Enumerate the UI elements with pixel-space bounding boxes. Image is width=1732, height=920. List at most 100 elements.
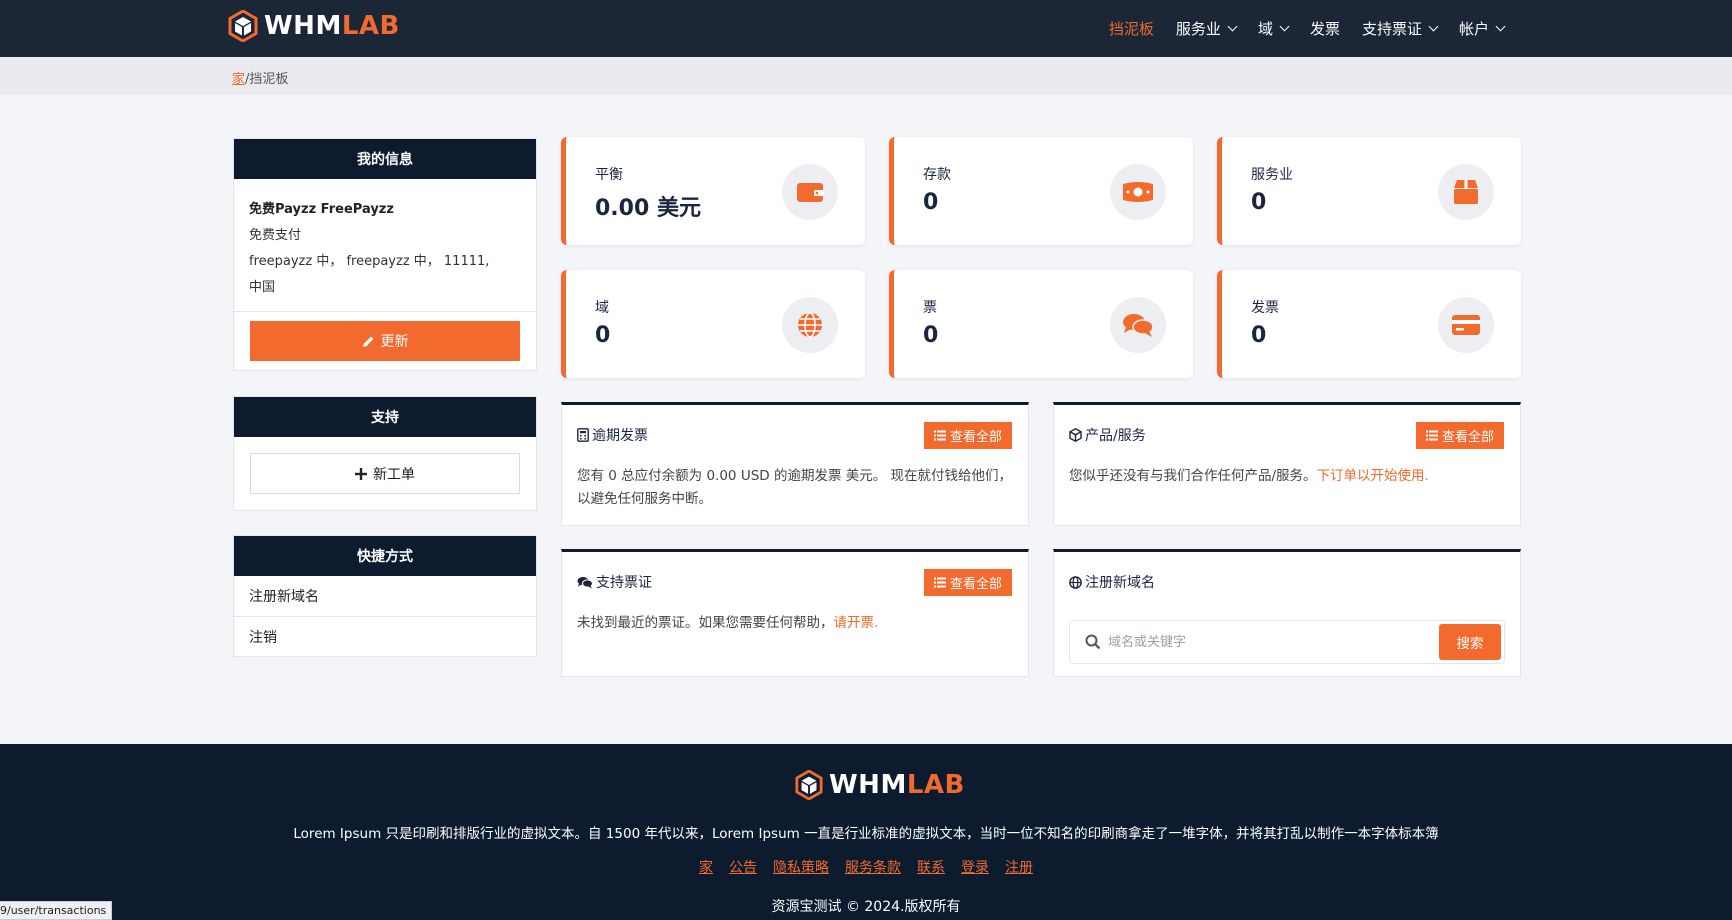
my-info-body: 免费Payzz FreePayzz 免费支付 freepayzz 中， free…: [234, 179, 536, 311]
list-icon: [933, 430, 946, 441]
stat-card-invoices[interactable]: 发票 0: [1217, 270, 1521, 378]
list-icon: [1425, 430, 1438, 441]
footer-description: Lorem Ipsum 只是印刷和排版行业的虚拟文本。自 1500 年代以来，L…: [293, 826, 1439, 842]
user-country: 中国: [249, 280, 276, 295]
footer-link-contact[interactable]: 联系: [917, 857, 945, 877]
panel-title: 注册新域名: [1085, 575, 1155, 591]
nav-account[interactable]: 帐户: [1459, 18, 1506, 39]
search-icon: [1085, 634, 1101, 650]
user-name: 免费Payzz FreePayzz: [249, 202, 394, 217]
footer-copyright: 资源宝测试 © 2024.版权所有: [771, 899, 961, 915]
footer-link-announcements[interactable]: 公告: [729, 857, 757, 877]
list-icon: [933, 577, 946, 588]
stat-label: 存款: [923, 167, 951, 183]
stat-card-deposits[interactable]: 存款 0: [889, 137, 1193, 245]
place-order-link[interactable]: 下订单以开始使用.: [1317, 468, 1429, 484]
register-domain-panel: 注册新域名 搜索: [1053, 549, 1521, 677]
calculator-icon: [577, 428, 589, 442]
chat-icon: [1123, 314, 1154, 337]
domain-search-button[interactable]: 搜索: [1439, 624, 1501, 660]
main-nav: 挡泥板 服务业 域 发票 支持票证 帐户: [1109, 0, 1506, 57]
overdue-invoices-panel: 逾期发票 查看全部 您有 0 总应付余额为 0.00 USD 的逾期发票 美元。…: [561, 402, 1029, 526]
chevron-down-icon: [1428, 21, 1439, 32]
footer-logo[interactable]: WHMLAB: [795, 770, 965, 800]
credit-card-icon: [1452, 315, 1480, 335]
stat-label: 发票: [1251, 300, 1279, 316]
stat-card-services[interactable]: 服务业 0: [1217, 137, 1521, 245]
footer: WHMLAB Lorem Ipsum 只是印刷和排版行业的虚拟文本。自 1500…: [0, 744, 1732, 920]
my-info-card: 我的信息 免费Payzz FreePayzz 免费支付 freepayzz 中，…: [233, 138, 537, 371]
shortcuts-card: 快捷方式 注册新域名 注销: [233, 535, 537, 657]
stat-label: 票: [923, 300, 937, 316]
stat-value: 0: [595, 323, 611, 348]
breadcrumb-current: 挡泥板: [249, 72, 289, 87]
nav-invoices[interactable]: 发票: [1310, 18, 1340, 39]
domain-search-input[interactable]: [1108, 629, 1408, 655]
view-all-products-button[interactable]: 查看全部: [1415, 422, 1504, 449]
stat-label: 平衡: [595, 167, 623, 183]
my-info-footer: 更新: [234, 311, 536, 370]
stat-value: 0.00 美元: [595, 196, 701, 221]
open-ticket-link[interactable]: 请开票.: [834, 615, 879, 631]
my-info-title: 我的信息: [234, 139, 536, 179]
stat-card-tickets[interactable]: 票 0: [889, 270, 1193, 378]
nav-support-tickets[interactable]: 支持票证: [1362, 18, 1439, 39]
globe-icon: [1069, 575, 1082, 589]
panel-title: 支持票证: [596, 575, 652, 591]
stat-card-domains[interactable]: 域 0: [561, 270, 865, 378]
cube-icon: [1069, 428, 1082, 442]
products-text: 您似乎还没有与我们合作任何产品/服务。下订单以开始使用.: [1069, 468, 1429, 484]
chevron-down-icon: [1495, 21, 1506, 32]
cube-logo-icon: [795, 770, 823, 800]
shortcut-logout[interactable]: 注销: [234, 616, 536, 656]
wallet-icon: [797, 183, 824, 202]
support-title: 支持: [234, 397, 536, 437]
shortcuts-title: 快捷方式: [234, 536, 536, 576]
cube-logo-icon: [228, 10, 258, 42]
new-ticket-button[interactable]: 新工单: [250, 453, 520, 494]
brand-name: WHMLAB: [264, 11, 400, 41]
support-tickets-panel: 支持票证 查看全部 未找到最近的票证。如果您需要任何帮助，请开票.: [561, 549, 1029, 677]
chevron-down-icon: [1227, 21, 1238, 32]
browser-status-url: 9/user/transactions: [0, 901, 113, 920]
nav-domains[interactable]: 域: [1258, 18, 1290, 39]
money-icon: [1123, 182, 1153, 202]
footer-links: 家 公告 隐私策略 服务条款 联系 登录 注册: [0, 857, 1732, 877]
globe-icon: [798, 312, 822, 338]
panel-title: 产品/服务: [1085, 428, 1146, 444]
view-all-tickets-button[interactable]: 查看全部: [923, 569, 1012, 596]
overdue-text: 您有 0 总应付余额为 0.00 USD 的逾期发票 美元。 现在就付钱给他们，…: [577, 468, 1013, 507]
breadcrumb-home-link[interactable]: 家: [232, 72, 245, 87]
pencil-icon: [362, 336, 373, 347]
breadcrumb: 家/挡泥板: [232, 72, 289, 87]
box-icon: [1454, 180, 1478, 204]
user-company: 免费支付: [249, 228, 302, 243]
brand-logo[interactable]: WHMLAB: [228, 9, 400, 43]
panel-title: 逾期发票: [592, 428, 648, 444]
stat-value: 0: [1251, 190, 1267, 215]
stat-label: 服务业: [1251, 167, 1293, 183]
user-address: freepayzz 中， freepayzz 中， 11111,: [249, 254, 490, 269]
stat-value: 0: [1251, 323, 1267, 348]
stat-card-balance[interactable]: 平衡 0.00 美元: [561, 137, 865, 245]
footer-link-terms[interactable]: 服务条款: [845, 857, 901, 877]
breadcrumb-bar: 家/挡泥板: [0, 57, 1732, 95]
nav-dashboard[interactable]: 挡泥板: [1109, 18, 1154, 39]
tickets-text: 未找到最近的票证。如果您需要任何帮助，请开票.: [577, 615, 879, 631]
stat-value: 0: [923, 323, 939, 348]
support-card: 支持 新工单: [233, 396, 537, 511]
footer-link-home[interactable]: 家: [699, 857, 713, 877]
top-navbar: WHMLAB 挡泥板 服务业 域 发票 支持票证 帐户: [0, 0, 1732, 57]
footer-link-login[interactable]: 登录: [961, 857, 989, 877]
footer-link-privacy[interactable]: 隐私策略: [773, 857, 829, 877]
shortcuts-list: 注册新域名 注销: [234, 576, 536, 656]
stat-label: 域: [595, 300, 609, 316]
stat-value: 0: [923, 190, 939, 215]
nav-services[interactable]: 服务业: [1176, 18, 1238, 39]
update-button[interactable]: 更新: [250, 321, 520, 361]
chevron-down-icon: [1279, 21, 1290, 32]
shortcut-register-domain[interactable]: 注册新域名: [234, 576, 536, 616]
view-all-overdue-button[interactable]: 查看全部: [923, 422, 1012, 449]
products-services-panel: 产品/服务 查看全部 您似乎还没有与我们合作任何产品/服务。下订单以开始使用.: [1053, 402, 1521, 526]
footer-link-register[interactable]: 注册: [1005, 857, 1033, 877]
